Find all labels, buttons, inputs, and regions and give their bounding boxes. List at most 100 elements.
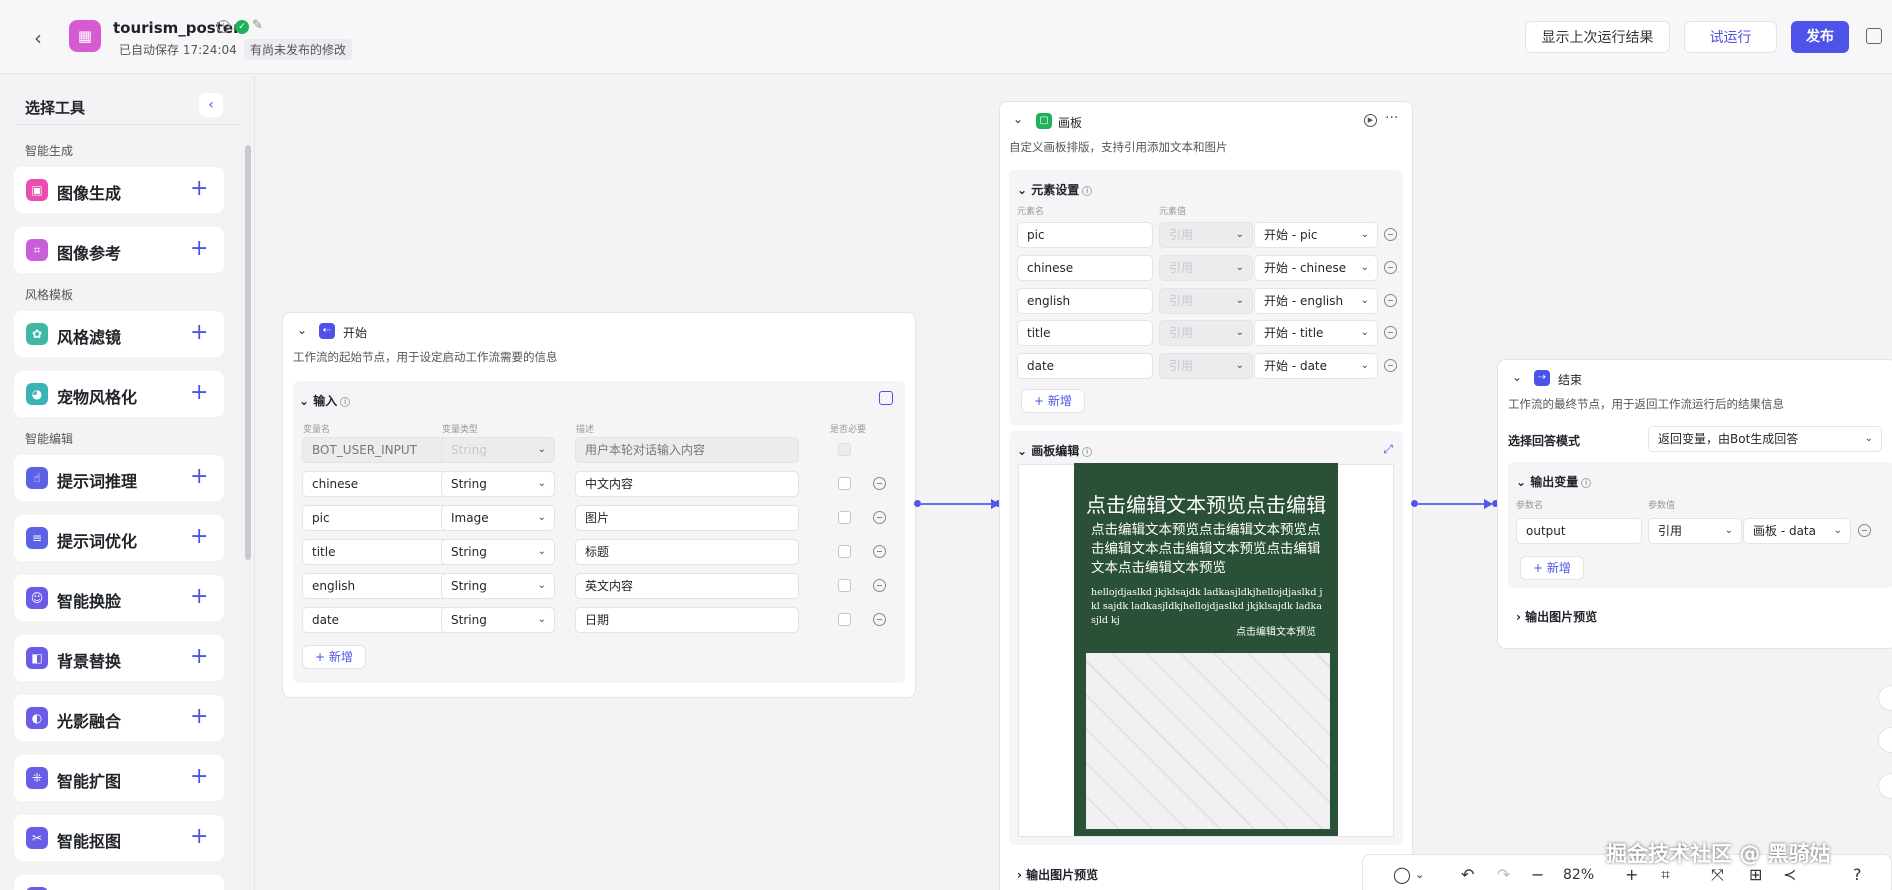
mouse-icon[interactable]: ◯ (1393, 866, 1411, 884)
output-name-input[interactable]: output (1516, 518, 1642, 544)
info-icon[interactable]: i (217, 20, 230, 33)
plus-icon[interactable]: + (190, 320, 208, 346)
zoom-out-icon[interactable]: − (1531, 866, 1544, 884)
tool-item-prompt-infer[interactable]: ☝ 提示词推理 + (14, 455, 224, 501)
remove-icon[interactable] (1384, 326, 1397, 339)
add-element-button[interactable]: + 新增 (1021, 389, 1085, 413)
description-input[interactable]: 标题 (575, 539, 799, 565)
element-name-input[interactable]: pic (1017, 222, 1153, 248)
element-name-input[interactable]: english (1017, 288, 1153, 314)
grid-icon[interactable]: ⊞ (1749, 866, 1762, 884)
start-node[interactable]: ⌄ ⇠ 开始 工作流的起始节点，用于设定启动工作流需要的信息 ⌄ 输入 i 变量名… (282, 312, 916, 698)
plus-icon[interactable]: + (190, 824, 208, 850)
collapse-icon[interactable]: ⤧ (1711, 866, 1724, 884)
element-value-select[interactable]: 开始 - date ⌄ (1254, 353, 1378, 379)
plus-icon[interactable]: + (190, 464, 208, 490)
fullscreen-icon[interactable]: ⤢ (1383, 442, 1393, 457)
remove-icon[interactable] (873, 511, 886, 524)
variable-type-select[interactable]: String ⌄ (441, 471, 555, 497)
chevron-down-icon[interactable]: ⌄ (297, 323, 307, 337)
required-checkbox[interactable] (838, 545, 851, 558)
remove-icon[interactable] (1384, 359, 1397, 372)
chevron-down-icon[interactable]: ⌄ (1512, 370, 1522, 384)
element-name-input[interactable]: title (1017, 320, 1153, 346)
description-input[interactable]: 英文内容 (575, 573, 799, 599)
edit-icon[interactable]: ✎ (252, 18, 263, 33)
variable-type-select[interactable]: String ⌄ (441, 539, 555, 565)
plus-icon[interactable]: + (190, 380, 208, 406)
publish-button[interactable]: 发布 (1791, 21, 1849, 53)
chevron-down-icon[interactable]: ⌄ (1013, 112, 1023, 126)
variable-type-select[interactable]: String ⌄ (441, 607, 555, 633)
plus-icon[interactable]: + (190, 704, 208, 730)
description-input[interactable]: 日期 (575, 607, 799, 633)
output-ref-select[interactable]: 引用 ⌄ (1648, 518, 1742, 544)
element-value-select[interactable]: 开始 - english ⌄ (1254, 288, 1378, 314)
tool-item-image-reference[interactable]: ⌗ 图像参考 + (14, 227, 224, 273)
fit-view-icon[interactable]: ⌗ (1661, 866, 1670, 884)
plus-icon[interactable]: + (190, 644, 208, 670)
required-checkbox[interactable] (838, 579, 851, 592)
tool-item-more[interactable] (14, 875, 224, 890)
tool-item-prompt-optimize[interactable]: ≡ 提示词优化 + (14, 515, 224, 561)
collapse-sidebar-icon[interactable]: ‹ (199, 93, 223, 117)
remove-icon[interactable] (1384, 261, 1397, 274)
side-float-button[interactable] (1878, 773, 1892, 799)
add-variable-button[interactable]: + 新增 (302, 645, 366, 669)
end-node[interactable]: ⌄ ⇢ 结束 工作流的最终节点，用于返回工作流运行后的结果信息 选择回答模式 返… (1497, 359, 1892, 649)
try-run-button[interactable]: 试运行 (1684, 21, 1777, 53)
variable-name-input[interactable]: date (302, 607, 452, 633)
add-output-button[interactable]: + 新增 (1520, 556, 1584, 580)
image-placeholder-icon[interactable] (1086, 653, 1330, 829)
copy-icon[interactable] (1866, 28, 1882, 44)
plus-icon[interactable]: + (190, 584, 208, 610)
element-value-select[interactable]: 开始 - pic ⌄ (1254, 222, 1378, 248)
tool-item-light-fusion[interactable]: ◐ 光影融合 + (14, 695, 224, 741)
tool-item-outpaint[interactable]: ⁜ 智能扩图 + (14, 755, 224, 801)
remove-icon[interactable] (1858, 524, 1871, 537)
poster-date-text[interactable]: 点击编辑文本预览 (1236, 623, 1316, 638)
show-last-run-button[interactable]: 显示上次运行结果 (1525, 21, 1670, 53)
more-icon[interactable]: ··· (1385, 110, 1398, 126)
description-input[interactable]: 图片 (575, 505, 799, 531)
remove-icon[interactable] (873, 477, 886, 490)
layout-icon[interactable]: ≺ (1783, 866, 1796, 884)
tool-item-pet-style[interactable]: ◕ 宠物风格化 + (14, 371, 224, 417)
remove-icon[interactable] (1384, 294, 1397, 307)
plus-icon[interactable]: + (190, 524, 208, 550)
plus-icon[interactable]: + (190, 176, 208, 202)
variable-name-input[interactable]: chinese (302, 471, 452, 497)
zoom-in-icon[interactable]: + (1625, 866, 1638, 884)
element-value-select[interactable]: 开始 - title ⌄ (1254, 320, 1378, 346)
poster-title-text[interactable]: 点击编辑文本预览点击编辑 (1086, 489, 1326, 518)
answer-mode-select[interactable]: 返回变量，由Bot生成回答 ⌄ (1648, 426, 1882, 452)
element-value-select[interactable]: 开始 - chinese ⌄ (1254, 255, 1378, 281)
variable-name-input[interactable]: english (302, 573, 452, 599)
tool-item-background-replace[interactable]: ◧ 背景替换 + (14, 635, 224, 681)
variable-type-select[interactable]: Image ⌄ (441, 505, 555, 531)
required-checkbox[interactable] (838, 477, 851, 490)
element-name-input[interactable]: date (1017, 353, 1153, 379)
remove-icon[interactable] (873, 545, 886, 558)
redo-icon[interactable]: ↷ (1497, 866, 1510, 884)
element-name-input[interactable]: chinese (1017, 255, 1153, 281)
poster-preview[interactable]: 点击编辑文本预览点击编辑 点击编辑文本预览点击编辑文本预览点击编辑文本点击编辑文… (1074, 463, 1338, 836)
zoom-level[interactable]: 82% (1563, 867, 1594, 883)
side-float-button[interactable] (1878, 727, 1892, 753)
remove-icon[interactable] (1384, 228, 1397, 241)
output-preview-toggle[interactable]: › 输出图片预览 (1516, 608, 1597, 625)
variable-type-select[interactable]: String ⌄ (441, 573, 555, 599)
tool-item-face-swap[interactable]: ☺ 智能换脸 + (14, 575, 224, 621)
import-icon[interactable] (879, 391, 893, 405)
undo-icon[interactable]: ↶ (1461, 866, 1474, 884)
variable-name-input[interactable]: pic (302, 505, 452, 531)
sidebar-scrollbar[interactable] (245, 145, 251, 560)
play-icon[interactable]: ▶ (1364, 114, 1377, 127)
poster-chinese-text[interactable]: 点击编辑文本预览点击编辑文本预览点击编辑文本点击编辑文本预览点击编辑文本点击编辑… (1091, 521, 1327, 578)
poster-english-text[interactable]: hellojdjaslkd jkjklsajdk ladkasjldkjhell… (1091, 586, 1323, 628)
output-preview-toggle[interactable]: › 输出图片预览 (1017, 866, 1098, 883)
remove-icon[interactable] (873, 613, 886, 626)
back-arrow-icon[interactable]: ‹ (26, 26, 50, 50)
plus-icon[interactable]: + (190, 236, 208, 262)
variable-name-input[interactable]: title (302, 539, 452, 565)
